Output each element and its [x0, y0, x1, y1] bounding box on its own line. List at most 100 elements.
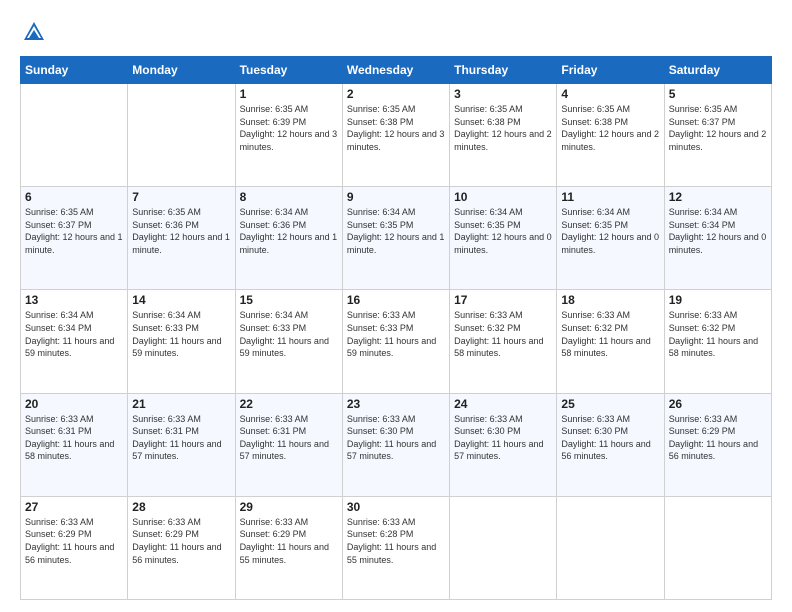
calendar-cell [664, 496, 771, 599]
day-number: 15 [240, 293, 338, 307]
calendar-cell: 15 Sunrise: 6:34 AM Sunset: 6:33 PM Dayli… [235, 290, 342, 393]
day-info: Sunrise: 6:33 AM Sunset: 6:31 PM Dayligh… [240, 413, 338, 463]
calendar-cell: 29Sunrise: 6:33 AM Sunset: 6:29 PM Dayli… [235, 496, 342, 599]
day-info: Sunrise: 6:33 AM Sunset: 6:29 PM Dayligh… [240, 516, 338, 566]
calendar-table: SundayMondayTuesdayWednesdayThursdayFrid… [20, 56, 772, 600]
day-info: Sunrise: 6:34 AM Sunset: 6:35 PM Dayligh… [454, 206, 552, 256]
day-info: Sunrise: 6:35 AM Sunset: 6:38 PM Dayligh… [347, 103, 445, 153]
day-number: 16 [347, 293, 445, 307]
day-number: 24 [454, 397, 552, 411]
calendar-cell: 11Sunrise: 6:34 AM Sunset: 6:35 PM Dayli… [557, 187, 664, 290]
calendar-cell [450, 496, 557, 599]
day-info: Sunrise: 6:33 AM Sunset: 6:33 PM Dayligh… [347, 309, 445, 359]
calendar-row-5: 27 Sunrise: 6:33 AM Sunset: 6:29 PM Dayli… [21, 496, 772, 599]
weekday-header-thursday: Thursday [450, 57, 557, 84]
day-number: 6 [25, 190, 123, 204]
day-number: 12 [669, 190, 767, 204]
weekday-header-friday: Friday [557, 57, 664, 84]
day-number: 23 [347, 397, 445, 411]
calendar-body: 1 Sunrise: 6:35 AM Sunset: 6:39 PM Daylig… [21, 84, 772, 600]
calendar-cell: 2 Sunrise: 6:35 AM Sunset: 6:38 PM Daylig… [342, 84, 449, 187]
calendar-cell: 28Sunrise: 6:33 AM Sunset: 6:29 PM Dayli… [128, 496, 235, 599]
calendar-cell [557, 496, 664, 599]
calendar-cell: 6 Sunrise: 6:35 AM Sunset: 6:37 PM Daylig… [21, 187, 128, 290]
calendar-cell: 14Sunrise: 6:34 AM Sunset: 6:33 PM Dayli… [128, 290, 235, 393]
day-number: 9 [347, 190, 445, 204]
day-number: 10 [454, 190, 552, 204]
day-info: Sunrise: 6:35 AM Sunset: 6:38 PM Dayligh… [561, 103, 659, 153]
calendar-row-1: 1 Sunrise: 6:35 AM Sunset: 6:39 PM Daylig… [21, 84, 772, 187]
day-info: Sunrise: 6:33 AM Sunset: 6:32 PM Dayligh… [454, 309, 552, 359]
day-number: 25 [561, 397, 659, 411]
day-number: 4 [561, 87, 659, 101]
day-info: Sunrise: 6:34 AM Sunset: 6:33 PM Dayligh… [240, 309, 338, 359]
day-info: Sunrise: 6:33 AM Sunset: 6:29 PM Dayligh… [132, 516, 230, 566]
calendar-cell: 10 Sunrise: 6:34 AM Sunset: 6:35 PM Dayli… [450, 187, 557, 290]
logo-icon [20, 18, 48, 46]
day-number: 17 [454, 293, 552, 307]
calendar-cell: 30Sunrise: 6:33 AM Sunset: 6:28 PM Dayli… [342, 496, 449, 599]
weekday-header-tuesday: Tuesday [235, 57, 342, 84]
calendar-cell: 23Sunrise: 6:33 AM Sunset: 6:30 PM Dayli… [342, 393, 449, 496]
calendar-cell: 21Sunrise: 6:33 AM Sunset: 6:31 PM Dayli… [128, 393, 235, 496]
day-info: Sunrise: 6:34 AM Sunset: 6:34 PM Dayligh… [25, 309, 123, 359]
calendar-cell: 27 Sunrise: 6:33 AM Sunset: 6:29 PM Dayli… [21, 496, 128, 599]
day-number: 8 [240, 190, 338, 204]
calendar-cell: 13 Sunrise: 6:34 AM Sunset: 6:34 PM Dayli… [21, 290, 128, 393]
weekday-header-wednesday: Wednesday [342, 57, 449, 84]
calendar-cell: 12Sunrise: 6:34 AM Sunset: 6:34 PM Dayli… [664, 187, 771, 290]
calendar-cell [21, 84, 128, 187]
day-info: Sunrise: 6:35 AM Sunset: 6:36 PM Dayligh… [132, 206, 230, 256]
weekday-header-monday: Monday [128, 57, 235, 84]
day-info: Sunrise: 6:33 AM Sunset: 6:29 PM Dayligh… [25, 516, 123, 566]
calendar-cell: 9 Sunrise: 6:34 AM Sunset: 6:35 PM Daylig… [342, 187, 449, 290]
calendar-row-3: 13 Sunrise: 6:34 AM Sunset: 6:34 PM Dayli… [21, 290, 772, 393]
calendar-cell: 26Sunrise: 6:33 AM Sunset: 6:29 PM Dayli… [664, 393, 771, 496]
calendar-cell: 4 Sunrise: 6:35 AM Sunset: 6:38 PM Daylig… [557, 84, 664, 187]
calendar-cell: 7 Sunrise: 6:35 AM Sunset: 6:36 PM Daylig… [128, 187, 235, 290]
day-info: Sunrise: 6:34 AM Sunset: 6:36 PM Dayligh… [240, 206, 338, 256]
calendar-cell: 1 Sunrise: 6:35 AM Sunset: 6:39 PM Daylig… [235, 84, 342, 187]
day-info: Sunrise: 6:35 AM Sunset: 6:37 PM Dayligh… [669, 103, 767, 153]
day-number: 13 [25, 293, 123, 307]
header [20, 18, 772, 46]
day-info: Sunrise: 6:35 AM Sunset: 6:37 PM Dayligh… [25, 206, 123, 256]
day-number: 14 [132, 293, 230, 307]
day-info: Sunrise: 6:35 AM Sunset: 6:38 PM Dayligh… [454, 103, 552, 153]
logo [20, 18, 52, 46]
day-info: Sunrise: 6:33 AM Sunset: 6:28 PM Dayligh… [347, 516, 445, 566]
day-info: Sunrise: 6:35 AM Sunset: 6:39 PM Dayligh… [240, 103, 338, 153]
calendar-row-2: 6 Sunrise: 6:35 AM Sunset: 6:37 PM Daylig… [21, 187, 772, 290]
day-number: 18 [561, 293, 659, 307]
calendar-cell [128, 84, 235, 187]
calendar-header-row: SundayMondayTuesdayWednesdayThursdayFrid… [21, 57, 772, 84]
calendar-cell: 17 Sunrise: 6:33 AM Sunset: 6:32 PM Dayli… [450, 290, 557, 393]
day-number: 3 [454, 87, 552, 101]
calendar-cell: 18 Sunrise: 6:33 AM Sunset: 6:32 PM Dayli… [557, 290, 664, 393]
day-number: 5 [669, 87, 767, 101]
day-info: Sunrise: 6:33 AM Sunset: 6:30 PM Dayligh… [561, 413, 659, 463]
calendar-cell: 24Sunrise: 6:33 AM Sunset: 6:30 PM Dayli… [450, 393, 557, 496]
day-number: 2 [347, 87, 445, 101]
calendar-cell: 19 Sunrise: 6:33 AM Sunset: 6:32 PM Dayli… [664, 290, 771, 393]
day-number: 11 [561, 190, 659, 204]
calendar-cell: 8 Sunrise: 6:34 AM Sunset: 6:36 PM Daylig… [235, 187, 342, 290]
day-number: 27 [25, 500, 123, 514]
calendar-cell: 22 Sunrise: 6:33 AM Sunset: 6:31 PM Dayli… [235, 393, 342, 496]
weekday-header-sunday: Sunday [21, 57, 128, 84]
day-number: 19 [669, 293, 767, 307]
calendar-row-4: 20Sunrise: 6:33 AM Sunset: 6:31 PM Dayli… [21, 393, 772, 496]
day-number: 21 [132, 397, 230, 411]
day-info: Sunrise: 6:34 AM Sunset: 6:35 PM Dayligh… [347, 206, 445, 256]
page: SundayMondayTuesdayWednesdayThursdayFrid… [0, 0, 792, 612]
weekday-header-saturday: Saturday [664, 57, 771, 84]
calendar-cell: 25 Sunrise: 6:33 AM Sunset: 6:30 PM Dayli… [557, 393, 664, 496]
day-info: Sunrise: 6:33 AM Sunset: 6:32 PM Dayligh… [561, 309, 659, 359]
day-number: 22 [240, 397, 338, 411]
calendar-cell: 20Sunrise: 6:33 AM Sunset: 6:31 PM Dayli… [21, 393, 128, 496]
day-info: Sunrise: 6:33 AM Sunset: 6:32 PM Dayligh… [669, 309, 767, 359]
calendar-cell: 3 Sunrise: 6:35 AM Sunset: 6:38 PM Daylig… [450, 84, 557, 187]
day-number: 1 [240, 87, 338, 101]
day-number: 7 [132, 190, 230, 204]
calendar-cell: 16 Sunrise: 6:33 AM Sunset: 6:33 PM Dayli… [342, 290, 449, 393]
